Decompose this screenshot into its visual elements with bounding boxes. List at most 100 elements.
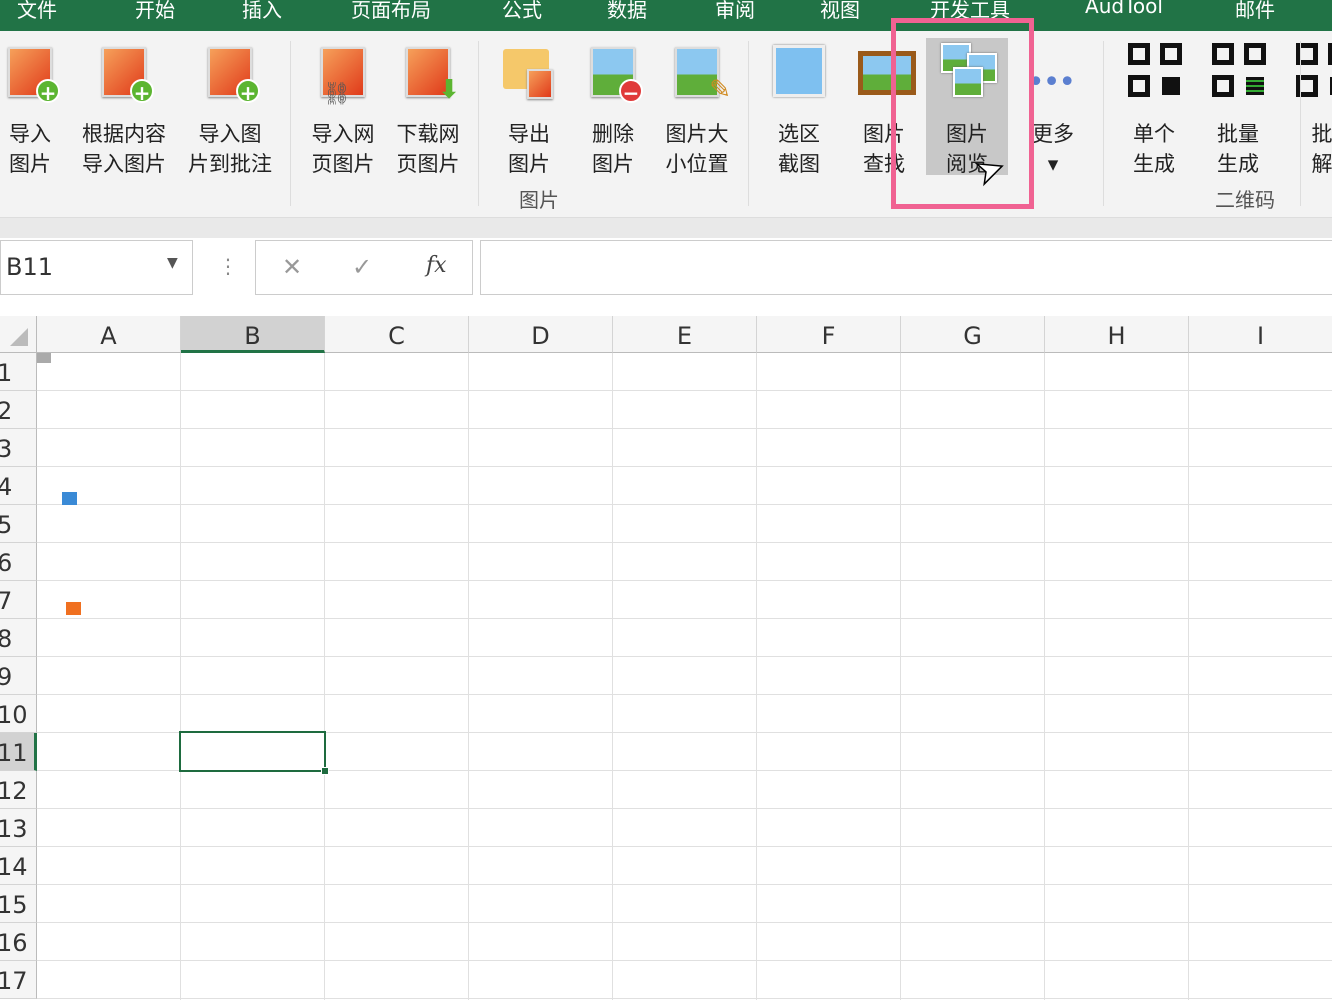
column-header-A[interactable]: A [37,316,181,353]
row-header-14[interactable]: 14 [0,847,37,885]
column-header-G[interactable]: G [901,316,1045,353]
row-gridline [37,922,1332,923]
formula-input[interactable] [480,240,1332,295]
label-line2: 生成 [1111,149,1197,179]
column-gridline [612,353,613,1000]
qr-finder [1328,43,1332,65]
qr-finder [1244,43,1266,65]
name-box[interactable]: B11 ▼ [0,240,193,295]
column-header-F[interactable]: F [757,316,901,353]
column-header-D[interactable]: D [469,316,613,353]
row-gridline [37,466,1332,467]
row-header-12[interactable]: 12 [0,771,37,809]
label-line1: 根据内容 [81,119,167,149]
column-gridline [1044,353,1045,1000]
cancel-icon[interactable]: ✕ [282,253,302,281]
tab-1[interactable]: 开始 [135,0,175,23]
download-web-picture-button[interactable]: ⬇ 下载网页图片 [385,39,471,179]
row-header-4[interactable]: 4 [0,467,37,505]
marker-square [37,353,51,363]
batch-generate-button[interactable]: 批量生成 [1195,39,1281,179]
row-header-2[interactable]: 2 [0,391,37,429]
row-gridline [37,504,1332,505]
delete-picture-button[interactable]: −删除图片 [570,39,656,179]
tab-7[interactable]: 视图 [820,0,860,23]
row-header-13[interactable]: 13 [0,809,37,847]
label-line2: 片到批注 [187,149,273,179]
row-header-9[interactable]: 9 [0,657,37,695]
insert-function-icon[interactable]: fx [426,253,447,278]
row-header-1[interactable]: 1 [0,353,37,391]
row-header-3[interactable]: 3 [0,429,37,467]
label-line2: 小位置 [654,149,740,179]
tab-3[interactable]: 页面布局 [351,0,431,23]
drag-handle-icon[interactable]: ⋮ [218,254,238,278]
row-header-15[interactable]: 15 [0,885,37,923]
row-header-16[interactable]: 16 [0,923,37,961]
row-gridline [37,656,1332,657]
label-line1: 导出 [486,119,572,149]
tab-2[interactable]: 插入 [242,0,282,23]
column-gridline [468,353,469,1000]
formula-buttons: ✕ ✓ fx [255,240,473,295]
tab-5[interactable]: 数据 [607,0,647,23]
column-header-B[interactable]: B [181,316,325,353]
import-web-picture-button[interactable]: ⛓导入网页图片 [300,39,386,179]
row-header-10[interactable]: 10 [0,695,37,733]
qr-code-icon [1296,43,1332,99]
label-line1: 图片大 [654,119,740,149]
selection-screenshot-button[interactable]: 选区截图 [756,39,842,179]
label-line1: 下载网 [385,119,471,149]
fill-handle[interactable] [321,767,329,775]
worksheet-grid[interactable]: ABCDEFGHI1234567891011121314151617 [0,316,1332,1000]
row-header-7[interactable]: 7 [0,581,37,619]
row-gridline [37,580,1332,581]
picture-size-position-button[interactable]: ✎ 图片大小位置 [654,39,740,179]
column-header-C[interactable]: C [325,316,469,353]
row-gridline [37,884,1332,885]
pencil-icon: ✎ [709,75,731,105]
tab-9[interactable]: AudTool [1085,0,1163,18]
column-gridline [180,353,181,1000]
row-header-11[interactable]: 11 [0,733,37,771]
label-line1: 导入 [0,119,73,149]
row-header-17[interactable]: 17 [0,961,37,999]
picture-download-icon: ⬇ [402,43,454,99]
ribbon: +导入图片+根据内容导入图片+导入图片到批注⛓导入网页图片⬇下载网页图片导出图片… [0,31,1332,218]
dots: ••• [1027,65,1074,100]
tab-6[interactable]: 审阅 [715,0,755,23]
selected-cell-b11[interactable] [179,731,326,772]
label-line2: 页图片 [385,149,471,179]
row-header-8[interactable]: 8 [0,619,37,657]
arrow-down-icon: ⬇ [438,75,460,105]
qr-code-icon [1128,43,1180,99]
column-header-I[interactable]: I [1189,316,1332,353]
tab-0[interactable]: 文件 [17,0,57,23]
tab-4[interactable]: 公式 [502,0,542,23]
tab-10[interactable]: 邮件 [1235,0,1275,23]
column-header-E[interactable]: E [613,316,757,353]
row-header-6[interactable]: 6 [0,543,37,581]
ribbon-bottom-band [0,218,1332,238]
export-picture-button[interactable]: 导出图片 [486,39,572,179]
confirm-icon[interactable]: ✓ [352,253,372,281]
label-line1: 导入网 [300,119,386,149]
import-to-comment-button[interactable]: +导入图片到批注 [187,39,273,179]
import-picture-button[interactable]: +导入图片 [0,39,73,179]
blue-marker [62,492,77,505]
qr-finder [1160,43,1182,65]
folder-picture-icon [503,43,555,99]
batch-decode-button[interactable]: 批解 [1279,39,1332,179]
label-line1: 选区 [756,119,842,149]
picture-link-icon: ⛓ [317,43,369,99]
frame [773,45,825,97]
column-header-H[interactable]: H [1045,316,1189,353]
import-by-content-button[interactable]: +根据内容导入图片 [81,39,167,179]
row-header-5[interactable]: 5 [0,505,37,543]
name-box-value: B11 [6,253,53,281]
label-line1: 批 [1279,119,1332,149]
single-generate-button[interactable]: 单个生成 [1111,39,1197,179]
row-gridline [37,428,1332,429]
chevron-down-icon[interactable]: ▼ [167,255,178,271]
row-gridline [37,846,1332,847]
